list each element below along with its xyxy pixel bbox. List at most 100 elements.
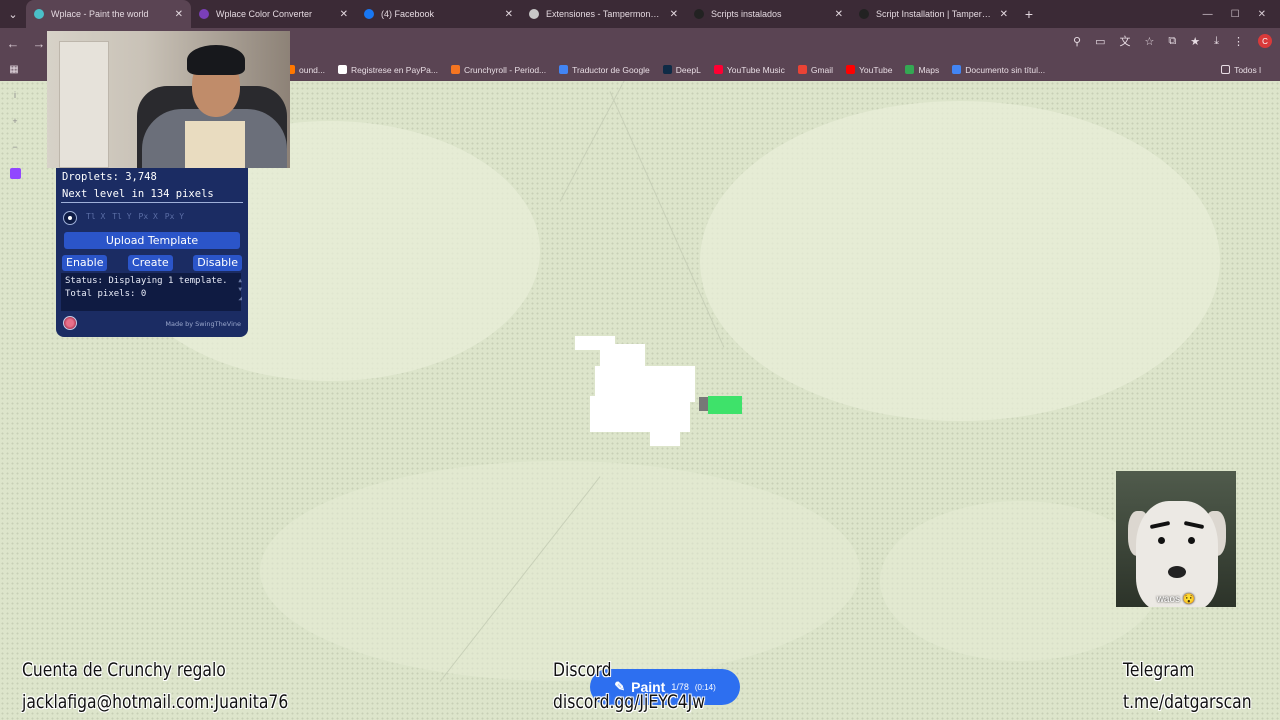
folder-icon — [1221, 65, 1231, 74]
map-terrain — [700, 101, 1220, 421]
bookmark-item[interactable]: Documento sin títul... — [952, 65, 1045, 75]
tab-2[interactable]: (4) Facebook ✕ — [356, 0, 521, 28]
tab-title: (4) Facebook — [381, 9, 435, 19]
download-icon[interactable]: ⤓ — [1214, 35, 1219, 48]
screen: { "tabs": [ {"title": "Wplace - Paint th… — [0, 0, 1280, 720]
tab-title: Wplace - Paint the world — [51, 9, 149, 19]
tab-search-chevron-icon[interactable]: ⌄ — [0, 0, 26, 28]
cast-icon[interactable]: ▭ — [1095, 35, 1105, 48]
translate-icon[interactable]: 文 — [1120, 33, 1131, 49]
tab-favicon-icon — [34, 9, 44, 19]
extensions-icon[interactable]: ⧉ — [1168, 35, 1176, 48]
crunchy-login: jacklafiga@hotmail.com:Juanita76 — [22, 691, 289, 713]
webcam-shirt — [185, 121, 245, 168]
bookmarks-manager-icon[interactable]: ★ — [1190, 35, 1200, 48]
tab-4[interactable]: Scripts instalados ✕ — [686, 0, 851, 28]
bookmark-item[interactable]: YouTube Music — [713, 65, 785, 75]
menu-dots-icon[interactable]: ⋮ — [1233, 35, 1244, 48]
bookmark-item[interactable]: Traductor de Google — [559, 65, 650, 75]
twitch-icon[interactable] — [9, 168, 21, 179]
info-icon[interactable]: i — [14, 90, 16, 100]
bookmark-favicon-icon — [713, 65, 723, 74]
apps-grid-icon[interactable]: ▦ — [0, 58, 28, 81]
bookmark-item[interactable]: Gmail — [797, 64, 834, 75]
close-window-icon[interactable]: ✕ — [1258, 9, 1266, 20]
tab-close-icon[interactable]: ✕ — [670, 9, 678, 20]
map-left-rail: i + − — [5, 90, 25, 179]
disable-button[interactable]: Disable — [193, 255, 242, 271]
panel-logo-icon[interactable] — [63, 316, 77, 330]
all-bookmarks-folder[interactable]: Todos l — [1221, 58, 1261, 81]
zoom-out-icon[interactable]: − — [12, 142, 17, 152]
tabs-container: Wplace - Paint the world ✕ Wplace Color Co… — [26, 0, 1016, 28]
bookmark-item[interactable]: Crunchyroll - Period... — [450, 65, 546, 75]
upload-template-button[interactable]: Upload Template — [64, 232, 240, 249]
webcam-door — [59, 41, 109, 168]
crunchy-title: Cuenta de Crunchy regalo — [22, 659, 226, 681]
tab-close-icon[interactable]: ✕ — [505, 9, 513, 20]
tab-3[interactable]: Extensiones - Tampermonkey ✕ — [521, 0, 686, 28]
bookmark-item[interactable]: Registrese en PayPa... — [338, 65, 438, 75]
bookmark-item[interactable]: ound... — [286, 65, 325, 75]
tab-favicon-icon — [529, 9, 539, 19]
bookmark-label: YouTube — [859, 64, 893, 75]
tile-y-input[interactable]: Tl Y — [112, 212, 131, 221]
tile-x-input[interactable]: Tl X — [86, 212, 105, 221]
bookmark-favicon-icon — [662, 65, 672, 74]
status-textarea[interactable]: Status: Displaying 1 template. Total pix… — [61, 273, 241, 311]
minimize-icon[interactable]: — — [1203, 9, 1213, 20]
coords-inputs: Tl X Tl Y Px X Px Y — [86, 212, 184, 221]
credit-text: Made by SwingTheVine — [165, 320, 241, 328]
map-terrain — [260, 461, 860, 681]
tab-0[interactable]: Wplace - Paint the world ✕ — [26, 0, 191, 28]
bookmark-favicon-icon — [846, 65, 856, 74]
tab-close-icon[interactable]: ✕ — [1000, 9, 1008, 20]
pixel-x-input[interactable]: Px X — [139, 212, 158, 221]
create-button[interactable]: Create — [128, 255, 173, 271]
bookmark-label: ound... — [299, 64, 325, 75]
bookmark-item[interactable]: Maps — [905, 65, 939, 75]
zoom-in-icon[interactable]: + — [12, 116, 17, 126]
location-icon[interactable]: ⚲ — [1073, 35, 1081, 48]
status-scroll-arrows[interactable]: ▲ ▼ ◢ — [238, 276, 242, 303]
maximize-icon[interactable]: ☐ — [1231, 9, 1240, 20]
bookmark-label: Gmail — [810, 64, 834, 75]
enable-button[interactable]: Enable — [62, 255, 108, 271]
tab-title: Wplace Color Converter — [216, 9, 313, 19]
divider — [61, 202, 243, 203]
discord-link: discord.gg/JjEYC4Jw — [553, 691, 706, 713]
bookmark-label: Documento sin títul... — [965, 64, 1046, 75]
coords-pin-icon[interactable] — [63, 211, 77, 225]
selected-pixels — [708, 396, 742, 414]
dog-eye — [1158, 537, 1165, 544]
dog-head — [1136, 501, 1218, 607]
tab-favicon-icon — [199, 9, 209, 19]
dog-eye — [1188, 537, 1195, 544]
bookmark-item[interactable]: YouTube — [846, 65, 892, 75]
telegram-link: t.me/datgarscan — [1123, 691, 1252, 713]
pixel-y-input[interactable]: Px Y — [165, 212, 184, 221]
bookmarks-list: ound... Registrese en PayPa... Crunchyroll… — [286, 65, 1058, 75]
tab-1[interactable]: Wplace Color Converter ✕ — [191, 0, 356, 28]
tab-close-icon[interactable]: ✕ — [835, 9, 843, 20]
bookmark-label: Traductor de Google — [572, 64, 650, 75]
bookmark-star-icon[interactable]: ☆ — [1145, 35, 1155, 48]
telegram-title: Telegram — [1123, 659, 1195, 681]
tab-5[interactable]: Script Installation | Tampermo ✕ — [851, 0, 1016, 28]
bookmark-label: DeepL — [675, 64, 701, 75]
bookmark-item[interactable]: DeepL — [662, 64, 701, 75]
profile-avatar[interactable]: C — [1258, 34, 1272, 48]
tab-favicon-icon — [694, 9, 704, 19]
bookmark-favicon-icon — [905, 65, 915, 74]
bookmark-favicon-icon — [952, 65, 962, 74]
tab-title: Scripts instalados — [711, 9, 782, 19]
new-tab-button[interactable]: + — [1016, 0, 1042, 28]
dog-overlay-image: waos 😯 — [1116, 471, 1236, 607]
tab-close-icon[interactable]: ✕ — [175, 9, 183, 20]
tab-title: Script Installation | Tampermo — [876, 9, 994, 19]
bookmark-label: Maps — [918, 64, 940, 75]
back-icon[interactable]: ← — [0, 30, 26, 56]
tab-close-icon[interactable]: ✕ — [340, 9, 348, 20]
tab-title: Extensiones - Tampermonkey — [546, 9, 664, 19]
map-road — [559, 81, 730, 202]
